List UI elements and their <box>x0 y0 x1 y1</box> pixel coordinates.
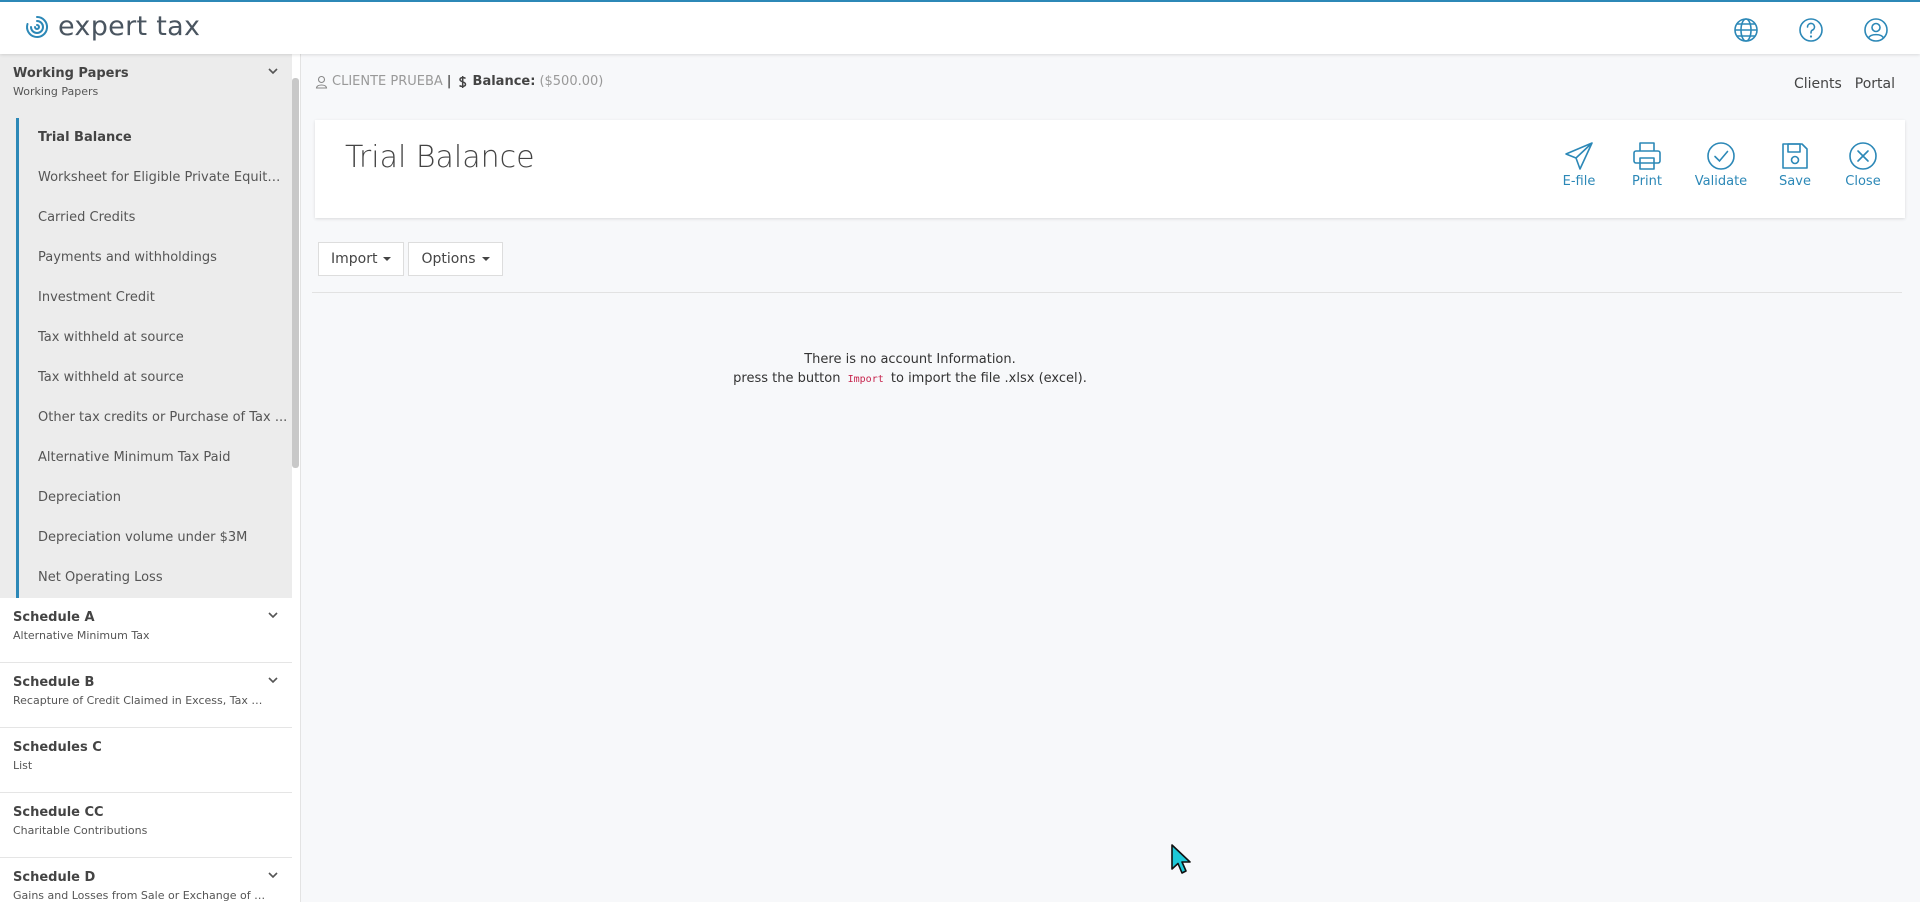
sidebar-group-working-papers: Working Papers Working Papers Trial Bala… <box>0 54 292 598</box>
group-title: Schedule A <box>13 610 95 625</box>
client-name: CLIENTE PRUEBA <box>332 74 443 89</box>
chevron-down-icon[interactable] <box>266 64 280 78</box>
sidebar-item-investment-credit[interactable]: Investment Credit <box>19 278 288 318</box>
sidebar-group-schedule-a[interactable]: Schedule A Alternative Minimum Tax <box>0 598 292 663</box>
sidebar-group-header[interactable]: Working Papers Working Papers <box>0 54 292 118</box>
group-title: Schedules C <box>13 740 102 755</box>
empty-line-2-after: to import the file .xlsx (excel). <box>890 371 1087 386</box>
import-dropdown-button[interactable]: Import <box>318 242 405 276</box>
balance-value: ($500.00) <box>539 74 604 89</box>
separator: | <box>446 74 452 89</box>
empty-line-2-before: press the button <box>733 371 841 386</box>
sidebar-group-schedules-c[interactable]: Schedules C List <box>0 728 292 793</box>
portal-link[interactable]: Portal <box>1855 76 1895 92</box>
app-name: expert tax <box>58 11 201 42</box>
sidebar-item-payments-withholdings[interactable]: Payments and withholdings <box>19 238 288 278</box>
sidebar-scrollbar[interactable] <box>292 78 299 468</box>
title-card: Trial Balance E-file Print Validate Save… <box>315 120 1905 218</box>
sidebar: Working Papers Working Papers Trial Bala… <box>0 54 301 902</box>
close-label: Close <box>1845 174 1881 189</box>
group-title: Schedule B <box>13 675 95 690</box>
floppy-disk-icon <box>1782 143 1808 169</box>
efile-button[interactable]: E-file <box>1557 140 1601 189</box>
close-button[interactable]: Close <box>1841 140 1885 189</box>
mouse-cursor-icon <box>1171 844 1191 874</box>
save-label: Save <box>1779 174 1811 189</box>
import-code-hint: Import <box>847 374 884 385</box>
group-subtitle: Alternative Minimum Tax <box>13 629 150 642</box>
divider <box>312 292 1902 293</box>
top-links: Clients Portal <box>1794 76 1895 92</box>
user-icon <box>315 75 328 89</box>
caret-down-icon <box>383 257 392 261</box>
swirl-logo-icon <box>26 15 49 38</box>
group-subtitle: Working Papers <box>13 85 99 98</box>
sidebar-item-net-operating-loss[interactable]: Net Operating Loss <box>19 558 288 598</box>
group-title: Schedule CC <box>13 805 104 820</box>
sidebar-item-depreciation[interactable]: Depreciation <box>19 478 288 518</box>
action-bar: E-file Print Validate Save Close <box>1557 140 1885 189</box>
close-circle-icon <box>1849 142 1877 170</box>
globe-icon[interactable] <box>1732 16 1760 44</box>
group-subtitle: Recapture of Credit Claimed in Excess, T… <box>13 694 268 707</box>
efile-label: E-file <box>1562 174 1596 189</box>
empty-line-1: There is no account Information. <box>804 352 1016 367</box>
options-label: Options <box>421 251 476 267</box>
empty-line-2: press the button Import to import the fi… <box>300 369 1520 389</box>
sidebar-item-worksheet-private-equity[interactable]: Worksheet for Eligible Private Equity I.… <box>19 158 288 198</box>
group-title: Schedule D <box>13 870 96 885</box>
chevron-down-icon[interactable] <box>266 868 280 882</box>
sidebar-group-schedule-d[interactable]: Schedule D Gains and Losses from Sale or… <box>0 858 292 902</box>
sidebar-item-tax-withheld-2[interactable]: Tax withheld at source <box>19 358 288 398</box>
sidebar-group-schedule-cc[interactable]: Schedule CC Charitable Contributions <box>0 793 292 858</box>
caret-down-icon <box>481 257 490 261</box>
group-subtitle: List <box>13 759 33 772</box>
dollar-icon <box>458 75 466 88</box>
sidebar-item-depreciation-volume[interactable]: Depreciation volume under $3M <box>19 518 288 558</box>
sidebar-item-other-tax-credits[interactable]: Other tax credits or Purchase of Tax ... <box>19 398 288 438</box>
paper-plane-icon <box>1565 142 1593 170</box>
app-logo[interactable]: expert tax <box>24 12 200 42</box>
toolbar: Import Options <box>318 242 503 276</box>
printer-icon <box>1633 142 1661 170</box>
print-label: Print <box>1632 174 1662 189</box>
validate-label: Validate <box>1694 174 1748 189</box>
sidebar-group-header[interactable]: Schedule CC Charitable Contributions <box>0 793 292 857</box>
sidebar-group-schedule-b[interactable]: Schedule B Recapture of Credit Claimed i… <box>0 663 292 728</box>
sidebar-group-header[interactable]: Schedule D Gains and Losses from Sale or… <box>0 858 292 902</box>
group-title: Working Papers <box>13 66 129 81</box>
clients-link[interactable]: Clients <box>1794 76 1842 92</box>
top-bar: expert tax <box>0 0 1920 54</box>
validate-button[interactable]: Validate <box>1693 140 1749 189</box>
sidebar-item-carried-credits[interactable]: Carried Credits <box>19 198 288 238</box>
sidebar-group-header[interactable]: Schedule A Alternative Minimum Tax <box>0 598 292 662</box>
import-label: Import <box>331 251 378 267</box>
chevron-down-icon[interactable] <box>266 673 280 687</box>
main-content: CLIENTE PRUEBA | Balance: ($500.00) Clie… <box>300 54 1920 902</box>
sidebar-group-header[interactable]: Schedules C List <box>0 728 292 792</box>
sidebar-item-amt-paid[interactable]: Alternative Minimum Tax Paid <box>19 438 288 478</box>
balance-label: Balance: <box>472 74 536 89</box>
sidebar-item-tax-withheld-1[interactable]: Tax withheld at source <box>19 318 288 358</box>
client-info: CLIENTE PRUEBA | Balance: ($500.00) <box>315 74 603 89</box>
options-dropdown-button[interactable]: Options <box>408 242 503 276</box>
sidebar-item-trial-balance[interactable]: Trial Balance <box>19 118 288 158</box>
group-subtitle: Charitable Contributions <box>13 824 148 837</box>
chevron-down-icon[interactable] <box>266 608 280 622</box>
page-title: Trial Balance <box>345 140 535 175</box>
group-subtitle: Gains and Losses from Sale or Exchange o… <box>13 889 268 902</box>
help-icon[interactable] <box>1797 16 1825 44</box>
empty-state-message: There is no account Information. press t… <box>300 350 1520 389</box>
print-button[interactable]: Print <box>1625 140 1669 189</box>
save-button[interactable]: Save <box>1773 140 1817 189</box>
sidebar-items: Trial Balance Worksheet for Eligible Pri… <box>16 118 292 598</box>
user-account-icon[interactable] <box>1862 16 1890 44</box>
check-circle-icon <box>1707 142 1735 170</box>
sidebar-group-header[interactable]: Schedule B Recapture of Credit Claimed i… <box>0 663 292 727</box>
